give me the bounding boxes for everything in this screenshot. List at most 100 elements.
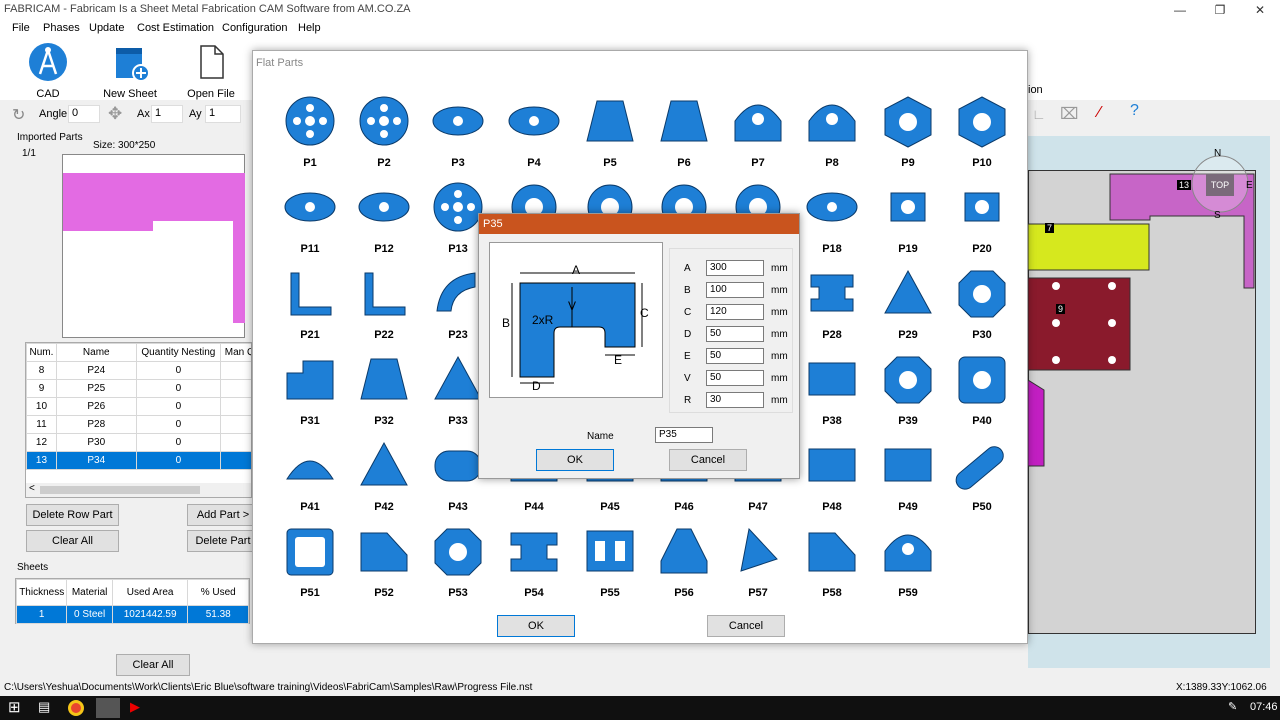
part-tile-p4[interactable]: P4: [497, 95, 571, 181]
col-material[interactable]: Material: [66, 579, 113, 606]
part-tile-p10[interactable]: P10: [945, 95, 1019, 181]
windows-start-icon[interactable]: ⊞: [8, 698, 21, 716]
view-top-button[interactable]: TOP: [1206, 174, 1234, 196]
angle-input[interactable]: 0: [68, 105, 100, 123]
part-tile-p7[interactable]: P7: [721, 95, 795, 181]
col-percent-used[interactable]: % Used: [187, 579, 249, 606]
col-num[interactable]: Num.: [26, 343, 57, 362]
part-tile-p56[interactable]: P56: [647, 525, 721, 611]
dimension-input[interactable]: 30: [706, 392, 764, 408]
col-quantity-nesting[interactable]: Quantity Nesting: [135, 343, 222, 362]
ay-input[interactable]: 1: [205, 105, 241, 123]
menu-update[interactable]: Update: [89, 22, 124, 34]
part-tile-p3[interactable]: P3: [421, 95, 495, 181]
table-row[interactable]: 8 P24 0: [26, 361, 251, 380]
part-tile-p1[interactable]: P1: [273, 95, 347, 181]
pen-icon[interactable]: ✎: [1228, 700, 1237, 713]
move-icon[interactable]: ✥: [108, 104, 122, 124]
part-tile-p5[interactable]: P5: [573, 95, 647, 181]
part-tile-p52[interactable]: P52: [347, 525, 421, 611]
table-row[interactable]: 12 P30 0: [26, 433, 251, 452]
app-taskbar-icon[interactable]: ▶: [130, 699, 140, 715]
chrome-icon[interactable]: [68, 700, 84, 716]
part-tile-p48[interactable]: P48: [795, 439, 869, 525]
part-tile-p2[interactable]: P2: [347, 95, 421, 181]
scroll-left-icon[interactable]: <: [29, 483, 35, 494]
help-icon[interactable]: ?: [1130, 102, 1139, 120]
part-tile-p18[interactable]: P18: [795, 181, 869, 267]
part-tile-p57[interactable]: P57: [721, 525, 795, 611]
col-name[interactable]: Name: [55, 343, 137, 362]
clear-all-parts-button[interactable]: Clear All: [26, 530, 119, 552]
table-row-selected[interactable]: 13 P34 0: [26, 451, 251, 470]
delete-tool-icon[interactable]: ⌧: [1060, 104, 1078, 124]
part-tile-p31[interactable]: P31: [273, 353, 347, 439]
maximize-icon[interactable]: ❐: [1200, 0, 1240, 20]
part-tile-p50[interactable]: P50: [945, 439, 1019, 525]
minimize-icon[interactable]: —: [1160, 0, 1200, 20]
part-tile-p54[interactable]: P54: [497, 525, 571, 611]
part-tile-p21[interactable]: P21: [273, 267, 347, 353]
p35-ok-button[interactable]: OK: [536, 449, 614, 471]
flat-parts-ok-button[interactable]: OK: [497, 615, 575, 637]
part-tile-p53[interactable]: P53: [421, 525, 495, 611]
part-tile-p40[interactable]: P40: [945, 353, 1019, 439]
col-used-area[interactable]: Used Area: [111, 579, 189, 606]
dimension-input[interactable]: 50: [706, 370, 764, 386]
part-tile-p6[interactable]: P6: [647, 95, 721, 181]
menu-help[interactable]: Help: [298, 22, 321, 34]
task-view-icon[interactable]: ▤: [38, 699, 50, 715]
part-tile-p11[interactable]: P11: [273, 181, 347, 267]
open-file-button[interactable]: Open File: [181, 42, 241, 100]
part-tile-p55[interactable]: P55: [573, 525, 647, 611]
table-row[interactable]: 10 P26 0: [26, 397, 251, 416]
dimension-input[interactable]: 120: [706, 304, 764, 320]
rotate-icon[interactable]: ↻: [12, 105, 25, 125]
add-part-button[interactable]: Add Part >: [187, 504, 259, 526]
table-row[interactable]: 9 P25 0: [26, 379, 251, 398]
clear-all-sheets-button[interactable]: Clear All: [116, 654, 190, 676]
fabricam-taskbar-icon[interactable]: [96, 698, 120, 718]
part-tile-p41[interactable]: P41: [273, 439, 347, 525]
new-sheet-button[interactable]: New Sheet: [100, 42, 160, 100]
sheet-row[interactable]: 1 0 Steel 1021442.59 51.38: [15, 605, 249, 624]
delete-part-button[interactable]: Delete Part: [187, 530, 259, 552]
part-tile-p30[interactable]: P30: [945, 267, 1019, 353]
dimension-input[interactable]: 300: [706, 260, 764, 276]
part-tile-p22[interactable]: P22: [347, 267, 421, 353]
flat-parts-cancel-button[interactable]: Cancel: [707, 615, 785, 637]
close-icon[interactable]: ✕: [1240, 0, 1280, 20]
dimension-input[interactable]: 100: [706, 282, 764, 298]
nesting-canvas[interactable]: TOP N S E 13 7 9: [1028, 136, 1270, 668]
part-tile-p42[interactable]: P42: [347, 439, 421, 525]
part-tile-p59[interactable]: P59: [871, 525, 945, 611]
part-tile-p32[interactable]: P32: [347, 353, 421, 439]
delete-row-part-button[interactable]: Delete Row Part: [26, 504, 119, 526]
part-tile-p12[interactable]: P12: [347, 181, 421, 267]
ax-input[interactable]: 1: [151, 105, 183, 123]
horizontal-scrollbar[interactable]: <: [26, 483, 251, 497]
part-tile-p8[interactable]: P8: [795, 95, 869, 181]
cad-button[interactable]: CAD: [18, 42, 78, 100]
part-tile-p51[interactable]: P51: [273, 525, 347, 611]
dimension-input[interactable]: 50: [706, 326, 764, 342]
part-tile-p20[interactable]: P20: [945, 181, 1019, 267]
menu-cost-estimation[interactable]: Cost Estimation: [137, 22, 214, 34]
menu-phases[interactable]: Phases: [43, 22, 80, 34]
menu-file[interactable]: File: [12, 22, 30, 34]
angle-tool-icon[interactable]: ∟: [1032, 106, 1046, 122]
p35-cancel-button[interactable]: Cancel: [669, 449, 747, 471]
col-man-quan[interactable]: Man Quan: [220, 343, 251, 362]
part-tile-p19[interactable]: P19: [871, 181, 945, 267]
part-tile-p49[interactable]: P49: [871, 439, 945, 525]
part-tile-p38[interactable]: P38: [795, 353, 869, 439]
dimension-input[interactable]: 50: [706, 348, 764, 364]
part-tile-p28[interactable]: P28: [795, 267, 869, 353]
part-tile-p39[interactable]: P39: [871, 353, 945, 439]
part-tile-p58[interactable]: P58: [795, 525, 869, 611]
mirror-icon[interactable]: ⁄: [1098, 104, 1101, 122]
col-thickness[interactable]: Thickness: [15, 579, 68, 606]
part-tile-p9[interactable]: P9: [871, 95, 945, 181]
part-tile-p29[interactable]: P29: [871, 267, 945, 353]
name-input[interactable]: P35: [655, 427, 713, 443]
